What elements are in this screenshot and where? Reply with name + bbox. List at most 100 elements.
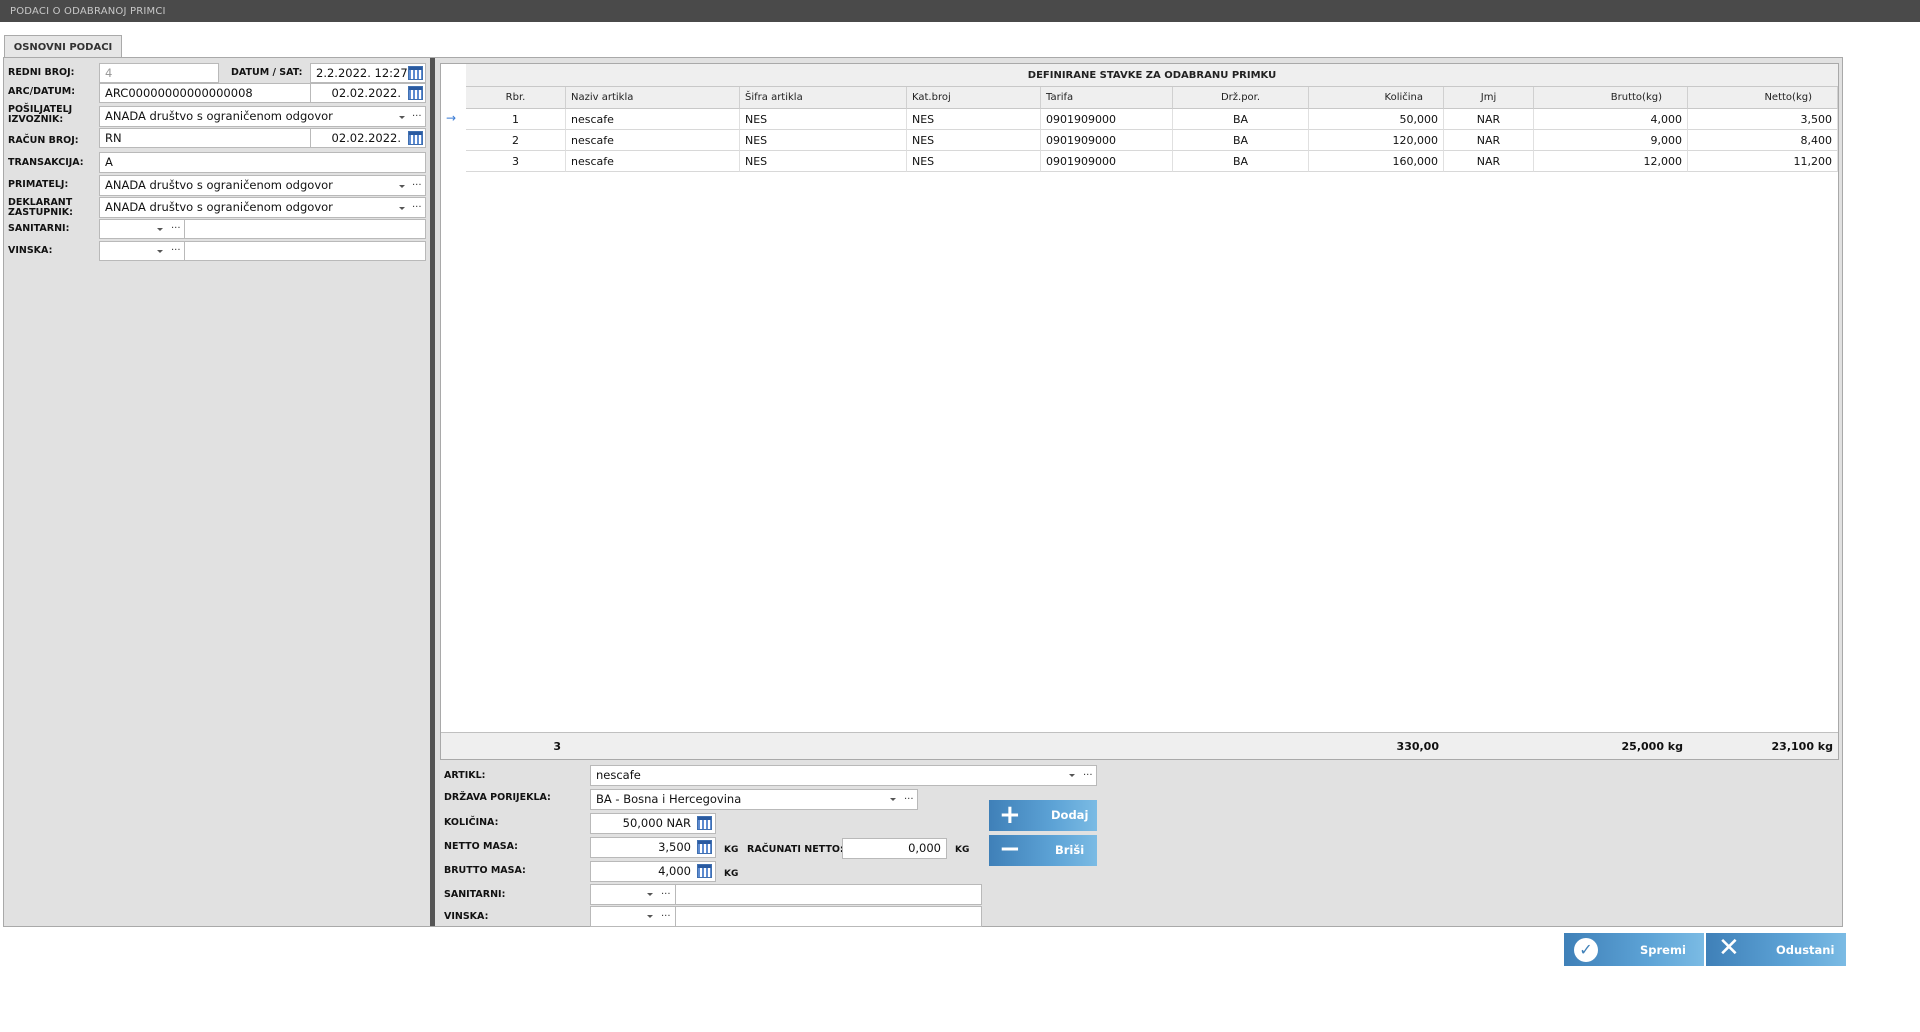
chevron-down-icon[interactable] bbox=[157, 228, 163, 231]
column-header[interactable]: Šifra artikla bbox=[740, 87, 907, 109]
column-header[interactable]: Kat.broj bbox=[907, 87, 1041, 109]
column-header[interactable]: Netto(kg) bbox=[1688, 87, 1838, 109]
odustani-button[interactable]: ✕ Odustani bbox=[1706, 933, 1846, 966]
cell-jmj[interactable]: NAR bbox=[1444, 130, 1534, 151]
ellipsis-icon[interactable]: ··· bbox=[661, 890, 671, 900]
ellipsis-icon[interactable]: ··· bbox=[1083, 771, 1093, 781]
racun-broj-field[interactable]: RN bbox=[99, 128, 311, 148]
chevron-down-icon[interactable] bbox=[1069, 774, 1075, 777]
chevron-down-icon[interactable] bbox=[399, 116, 405, 119]
cell-naziv[interactable]: nescafe bbox=[566, 109, 740, 130]
redni-broj-field[interactable]: 4 bbox=[99, 63, 219, 83]
cell-brutto[interactable]: 12,000 bbox=[1534, 151, 1688, 172]
cell-rbr[interactable]: 2 bbox=[466, 130, 566, 151]
minus-icon: − bbox=[999, 834, 1021, 864]
total-netto: 23,100 kg bbox=[1771, 740, 1833, 753]
brutto-label: BRUTTO MASA: bbox=[444, 865, 526, 876]
item-vinska-text[interactable] bbox=[675, 906, 982, 927]
calendar-icon[interactable] bbox=[408, 86, 423, 100]
ellipsis-icon[interactable]: ··· bbox=[171, 224, 181, 234]
cell-sifra[interactable]: NES bbox=[740, 151, 907, 172]
chevron-down-icon[interactable] bbox=[890, 798, 896, 801]
transakcija-field[interactable]: A bbox=[99, 152, 426, 173]
ellipsis-icon[interactable]: ··· bbox=[171, 246, 181, 256]
calculator-icon[interactable] bbox=[697, 864, 712, 878]
column-header[interactable]: Brutto(kg) bbox=[1534, 87, 1688, 109]
sanitarni-text[interactable] bbox=[184, 219, 426, 239]
splitter[interactable] bbox=[430, 58, 435, 926]
racunati-netto-field[interactable]: 0,000 bbox=[842, 838, 947, 859]
column-header[interactable]: Drž.por. bbox=[1173, 87, 1309, 109]
cell-kat[interactable]: NES bbox=[907, 151, 1041, 172]
column-header[interactable]: Jmj bbox=[1444, 87, 1534, 109]
racunati-netto-label: RAČUNATI NETTO: bbox=[747, 844, 844, 855]
cell-tarifa[interactable]: 0901909000 bbox=[1041, 130, 1173, 151]
cell-jmj[interactable]: NAR bbox=[1444, 151, 1534, 172]
cell-sifra[interactable]: NES bbox=[740, 130, 907, 151]
ellipsis-icon[interactable]: ··· bbox=[661, 912, 671, 922]
ellipsis-icon[interactable]: ··· bbox=[412, 181, 422, 191]
spremi-label: Spremi bbox=[1640, 943, 1686, 957]
column-header[interactable]: Tarifa bbox=[1041, 87, 1173, 109]
chevron-down-icon[interactable] bbox=[399, 207, 405, 210]
chevron-down-icon[interactable] bbox=[399, 185, 405, 188]
chevron-down-icon[interactable] bbox=[157, 250, 163, 253]
cell-kolicina[interactable]: 50,000 bbox=[1309, 109, 1444, 130]
redni-broj-label: REDNI BROJ: bbox=[8, 67, 75, 78]
cell-kat[interactable]: NES bbox=[907, 109, 1041, 130]
column-header[interactable]: Rbr. bbox=[466, 87, 566, 109]
tab-osnovni-podaci[interactable]: OSNOVNI PODACI bbox=[4, 35, 122, 58]
cell-kolicina[interactable]: 160,000 bbox=[1309, 151, 1444, 172]
ellipsis-icon[interactable]: ··· bbox=[412, 112, 422, 122]
calendar-icon[interactable] bbox=[408, 66, 423, 80]
cell-kolicina[interactable]: 120,000 bbox=[1309, 130, 1444, 151]
ellipsis-icon[interactable]: ··· bbox=[412, 203, 422, 213]
racunati-netto-unit: KG bbox=[955, 845, 970, 855]
dodaj-label: Dodaj bbox=[1051, 808, 1089, 822]
cell-drz[interactable]: BA bbox=[1173, 109, 1309, 130]
odustani-label: Odustani bbox=[1776, 943, 1835, 957]
cell-drz[interactable]: BA bbox=[1173, 151, 1309, 172]
cell-jmj[interactable]: NAR bbox=[1444, 109, 1534, 130]
cell-drz[interactable]: BA bbox=[1173, 130, 1309, 151]
cell-brutto[interactable]: 4,000 bbox=[1534, 109, 1688, 130]
ellipsis-icon[interactable]: ··· bbox=[904, 795, 914, 805]
current-row-arrow-icon: → bbox=[446, 111, 457, 125]
calculator-icon[interactable] bbox=[697, 816, 712, 830]
dodaj-button[interactable]: + Dodaj bbox=[989, 800, 1097, 831]
primatelj-select[interactable]: ANADA društvo s ograničenom odgovor bbox=[99, 175, 426, 196]
total-count: 3 bbox=[553, 740, 561, 753]
grid-totals-row: 3 330,00 25,000 kg 23,100 kg bbox=[441, 732, 1838, 759]
cell-netto[interactable]: 8,400 bbox=[1688, 130, 1838, 151]
cell-netto[interactable]: 11,200 bbox=[1688, 151, 1838, 172]
arc-datum-label: ARC/DATUM: bbox=[8, 86, 76, 97]
cell-naziv[interactable]: nescafe bbox=[566, 151, 740, 172]
chevron-down-icon[interactable] bbox=[647, 893, 653, 896]
column-header[interactable]: Količina bbox=[1309, 87, 1444, 109]
deklarant-select[interactable]: ANADA društvo s ograničenom odgovor bbox=[99, 197, 426, 218]
calculator-icon[interactable] bbox=[697, 840, 712, 854]
column-header[interactable]: Naziv artikla bbox=[566, 87, 740, 109]
vinska-label: VINSKA: bbox=[8, 245, 53, 256]
cell-netto[interactable]: 3,500 bbox=[1688, 109, 1838, 130]
cell-sifra[interactable]: NES bbox=[740, 109, 907, 130]
cell-naziv[interactable]: nescafe bbox=[566, 130, 740, 151]
artikl-select[interactable]: nescafe bbox=[590, 765, 1097, 786]
vinska-text[interactable] bbox=[184, 241, 426, 261]
cell-rbr[interactable]: 3 bbox=[466, 151, 566, 172]
spremi-button[interactable]: ✓ Spremi bbox=[1564, 933, 1704, 966]
cell-tarifa[interactable]: 0901909000 bbox=[1041, 151, 1173, 172]
kolicina-label: KOLIČINA: bbox=[444, 817, 499, 828]
cell-kat[interactable]: NES bbox=[907, 130, 1041, 151]
calendar-icon[interactable] bbox=[408, 131, 423, 145]
posiljatelj-select[interactable]: ANADA društvo s ograničenom odgovor bbox=[99, 106, 426, 127]
arc-field[interactable]: ARC00000000000000008 bbox=[99, 83, 311, 103]
cell-brutto[interactable]: 9,000 bbox=[1534, 130, 1688, 151]
cell-rbr[interactable]: 1 bbox=[466, 109, 566, 130]
brisi-button[interactable]: − Briši bbox=[989, 835, 1097, 866]
chevron-down-icon[interactable] bbox=[647, 915, 653, 918]
drzava-select[interactable]: BA - Bosna i Hercegovina bbox=[590, 789, 918, 810]
cell-tarifa[interactable]: 0901909000 bbox=[1041, 109, 1173, 130]
item-sanitarni-text[interactable] bbox=[675, 884, 982, 905]
primatelj-label: PRIMATELJ: bbox=[8, 179, 69, 190]
